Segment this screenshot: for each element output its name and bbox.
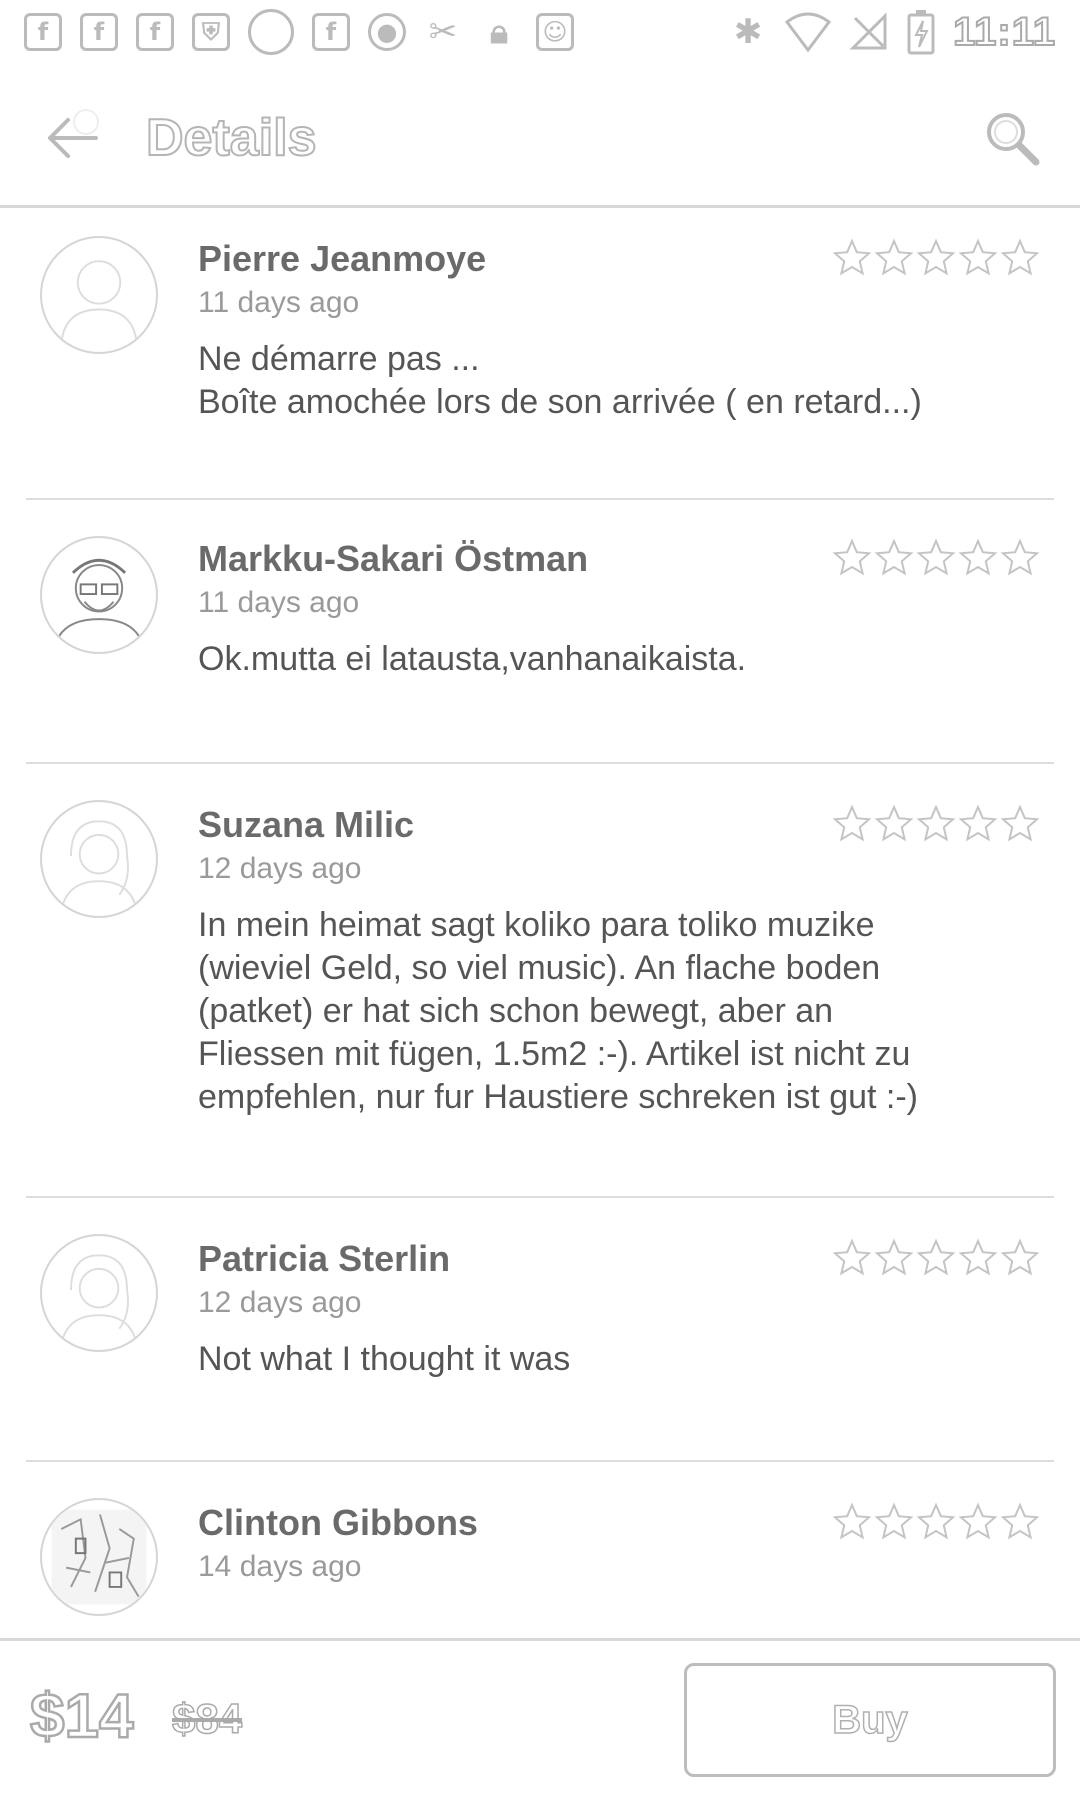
avatar [40,236,158,354]
battery-charging-icon [907,10,935,55]
star-rating [832,1502,1040,1542]
avatar [40,1498,158,1616]
facebook-icon: f [80,13,118,51]
notification-icons: f f f ⛨ f ● ✂ 🔒︎ ☺ [24,9,574,55]
review-date: 11 days ago [198,586,360,619]
review-date: 12 days ago [198,1286,362,1319]
review-text: Ok.mutta ei latausta,vanhanaikaista. [198,640,747,678]
star-icon [1000,804,1040,842]
back-arrow-icon[interactable] [40,108,104,168]
reviewer-name: Clinton Gibbons [198,1502,478,1543]
android-icon: ☺ [536,13,574,51]
reviewer-name: Patricia Sterlin [198,1238,451,1279]
reviews-list[interactable]: Pierre Jeanmoye 11 days ago Ne démarre p… [0,208,1080,1638]
star-icon [1000,538,1040,576]
star-icon [874,238,914,276]
reviewer-name: Markku-Sakari Östman [198,538,589,579]
star-rating [832,804,1040,844]
circle-icon [248,9,294,55]
current-price: $14 [29,1681,135,1753]
review-item: Clinton Gibbons 14 days ago [26,1462,1054,1638]
review-text: Not what I thought it was [198,1340,571,1378]
lock-icon: 🔒︎ [489,12,509,52]
avatar [40,1234,158,1352]
wifi-icon [785,12,832,52]
review-date: 14 days ago [198,1550,362,1583]
star-icon [832,1238,872,1276]
star-icon [958,538,998,576]
avatar [40,800,158,918]
star-icon [874,804,914,842]
star-icon [916,1502,956,1540]
review-date: 11 days ago [198,286,360,319]
star-icon [958,1502,998,1540]
star-icon [958,1238,998,1276]
star-icon [874,1238,914,1276]
star-rating [832,538,1040,578]
record-icon: ● [368,13,406,51]
star-icon [874,538,914,576]
review-item: Markku-Sakari Östman 11 days ago Ok.mutt… [26,500,1054,764]
review-text: In mein heimat sagt koliko para toliko m… [198,906,918,1116]
facebook-icon: f [24,13,62,51]
star-icon [916,1238,956,1276]
reviewer-name: Suzana Milic [198,804,415,845]
reviewer-name: Pierre Jeanmoye [198,238,487,279]
bluetooth-icon: ✱ [733,12,763,52]
shield-icon: ⛨ [192,13,230,51]
star-icon [1000,1238,1040,1276]
star-icon [1000,1502,1040,1540]
review-item: Patricia Sterlin 12 days ago Not what I … [26,1198,1054,1462]
tool-icon: ✂ [428,12,458,52]
star-icon [832,1502,872,1540]
star-rating [832,1238,1040,1278]
app-bar: Details [0,64,1080,208]
star-icon [1000,238,1040,276]
no-signal-icon [849,12,887,50]
review-item: Suzana Milic 12 days ago In mein heimat … [26,764,1054,1198]
review-date: 12 days ago [198,852,362,885]
facebook-icon: f [312,13,350,51]
facebook-icon: f [136,13,174,51]
star-icon [916,538,956,576]
clock: 11:11 [952,9,1056,55]
review-text: Ne démarre pas ... Boîte amochée lors de… [198,340,922,421]
star-icon [916,238,956,276]
star-icon [832,804,872,842]
system-icons: ✱ 11:11 [729,9,1056,55]
original-price: $84 [171,1694,243,1743]
review-item: Pierre Jeanmoye 11 days ago Ne démarre p… [26,208,1054,500]
star-icon [958,238,998,276]
star-icon [958,804,998,842]
star-rating [832,238,1040,278]
avatar [40,536,158,654]
star-icon [832,238,872,276]
page-title: Details [145,108,318,168]
search-icon[interactable] [982,108,1042,168]
status-bar: f f f ⛨ f ● ✂ 🔒︎ ☺ ✱ 11:11 [0,0,1080,64]
star-icon [916,804,956,842]
star-icon [832,538,872,576]
star-icon [874,1502,914,1540]
buy-button[interactable]: Buy [684,1663,1056,1777]
purchase-bar: $14 $84 Buy [0,1638,1080,1794]
